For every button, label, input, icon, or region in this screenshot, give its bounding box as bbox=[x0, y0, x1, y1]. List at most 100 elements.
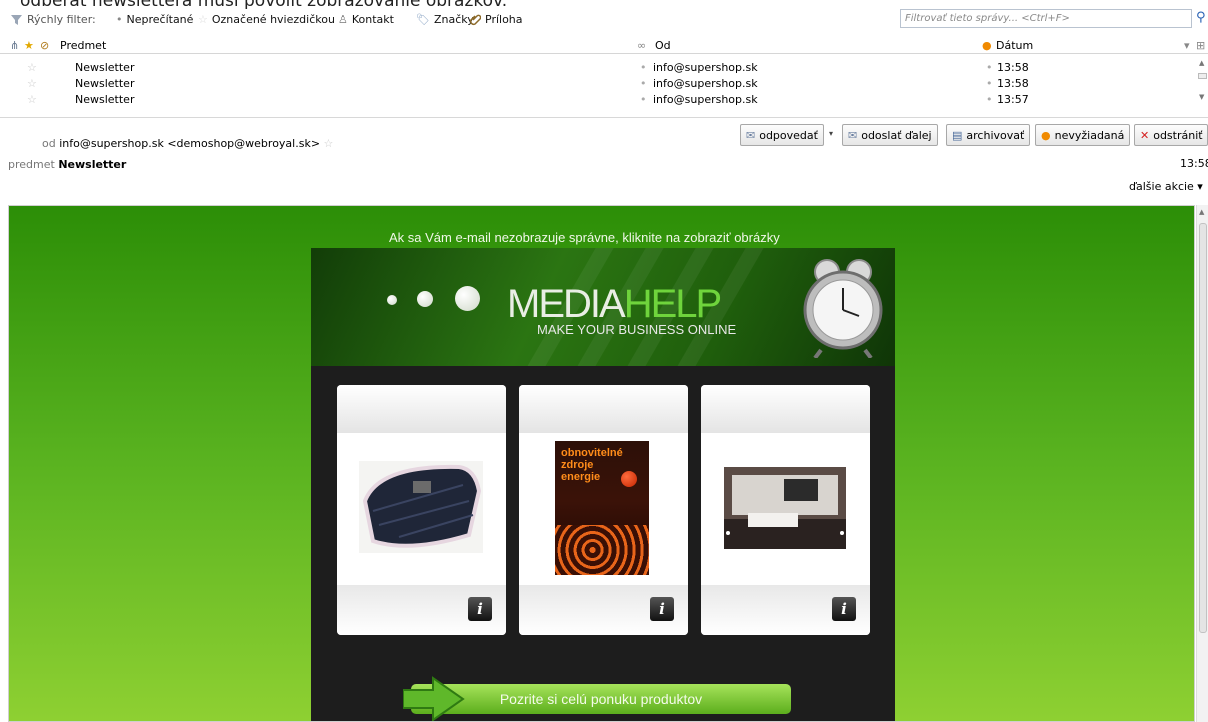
message-list-scrollbar[interactable]: ▲ ▼ bbox=[1197, 55, 1208, 103]
filter-icon bbox=[11, 14, 22, 25]
bullet-icon: • bbox=[640, 61, 647, 74]
archive-icon: ▤ bbox=[952, 128, 963, 142]
column-date[interactable]: Dátum bbox=[996, 39, 1033, 52]
reply-dropdown-icon[interactable]: ▾ bbox=[829, 129, 833, 138]
from-address[interactable]: info@supershop.sk <demoshop@webroyal.sk> bbox=[59, 137, 320, 150]
message-body-scrollbar[interactable]: ▲ bbox=[1196, 205, 1208, 722]
column-from[interactable]: Od bbox=[655, 39, 671, 52]
logo-part-help: HELP bbox=[623, 282, 722, 326]
furniture-image bbox=[724, 467, 846, 549]
subject-value: Newsletter bbox=[58, 158, 127, 171]
book-cover-image: obnovitelné zdroje energie bbox=[555, 441, 649, 575]
star-column-icon[interactable]: ★ bbox=[24, 39, 34, 52]
archive-label: archivovať bbox=[966, 128, 1025, 142]
mediahelp-logo: MEDIAHELP bbox=[507, 282, 722, 327]
filter-tags-label: Značky bbox=[433, 13, 474, 26]
read-column-icon[interactable]: ∞ bbox=[637, 39, 646, 52]
view-all-products-button[interactable]: Pozrite si celú ponuku produktov bbox=[411, 684, 791, 714]
product-card-handbag[interactable]: i bbox=[337, 385, 506, 635]
alarm-clock-icon bbox=[803, 259, 883, 358]
message-from: info@supershop.sk bbox=[653, 77, 758, 90]
forward-icon: ✉ bbox=[848, 128, 858, 142]
green-arrow-icon bbox=[403, 676, 465, 721]
scroll-thumb[interactable] bbox=[1199, 223, 1207, 633]
junk-flame-icon: ● bbox=[1041, 128, 1051, 142]
filter-unread[interactable]: • Neprečítané bbox=[116, 13, 193, 26]
quick-filter-text: Rýchly filter: bbox=[27, 13, 96, 26]
card-top bbox=[519, 385, 688, 433]
bubble-icon bbox=[387, 295, 397, 305]
pane-divider[interactable] bbox=[0, 117, 1208, 118]
logo-tagline: MAKE YOUR BUSINESS ONLINE bbox=[537, 322, 737, 337]
junk-column-icon[interactable]: ● bbox=[982, 39, 992, 52]
forward-label: odoslať ďalej bbox=[861, 128, 932, 142]
scroll-down-icon[interactable]: ▼ bbox=[1199, 93, 1204, 101]
person-icon: ♙ bbox=[338, 13, 348, 26]
thread-column-icon[interactable]: ⋔ bbox=[10, 39, 19, 52]
message-row[interactable]: ☆ Newsletter • info@supershop.sk • 13:57 bbox=[0, 92, 1195, 107]
scroll-thumb[interactable] bbox=[1198, 73, 1207, 79]
filter-attachment[interactable]: Príloha bbox=[470, 13, 523, 26]
apple-icon bbox=[621, 471, 637, 487]
filter-starred[interactable]: ☆ Označené hviezdičkou bbox=[198, 13, 335, 26]
filter-attachment-label: Príloha bbox=[485, 13, 523, 26]
from-label: od bbox=[42, 137, 56, 150]
bullet-icon: • bbox=[986, 77, 993, 90]
junk-label: nevyžiadaná bbox=[1054, 128, 1125, 142]
message-row[interactable]: ☆ Newsletter • info@supershop.sk • 13:58 bbox=[0, 60, 1195, 75]
card-top bbox=[701, 385, 870, 433]
bullet-icon: • bbox=[986, 93, 993, 106]
newsletter-panel: MEDIAHELP MAKE YOUR BUSINESS ONLINE i ob… bbox=[311, 248, 895, 721]
page-caption: odberať newslettera musí povoliť zobrazo… bbox=[20, 0, 508, 11]
column-picker-icon[interactable]: ⊞ bbox=[1196, 39, 1205, 52]
star-icon[interactable]: ☆ bbox=[27, 61, 37, 74]
more-actions-button[interactable]: ďalšie akcie ▾ bbox=[1129, 180, 1203, 193]
paperclip-icon bbox=[470, 14, 481, 25]
info-icon[interactable]: i bbox=[832, 597, 856, 621]
archive-button[interactable]: ▤ archivovať bbox=[946, 124, 1031, 146]
tag-icon: 🏷 bbox=[416, 13, 430, 26]
filter-tags[interactable]: 🏷 Značky bbox=[416, 13, 474, 26]
book-title: obnovitelné zdroje energie bbox=[561, 447, 623, 483]
delete-label: odstrániť bbox=[1153, 128, 1203, 142]
message-time-header: 13:58 bbox=[1180, 157, 1208, 170]
subject-label: predmet bbox=[8, 158, 55, 171]
card-top bbox=[337, 385, 506, 433]
reply-button[interactable]: ✉ odpovedať bbox=[740, 124, 824, 146]
filter-unread-label: Neprečítané bbox=[126, 13, 194, 26]
message-time: 13:57 bbox=[997, 93, 1029, 106]
quick-filter-label[interactable]: Rýchly filter: bbox=[10, 13, 96, 26]
scroll-up-icon[interactable]: ▲ bbox=[1199, 208, 1204, 216]
scroll-up-icon[interactable]: ▲ bbox=[1199, 59, 1204, 67]
delete-button[interactable]: ✕ odstrániť bbox=[1134, 124, 1208, 146]
bullet-icon: • bbox=[986, 61, 993, 74]
search-icon[interactable]: ⚲ bbox=[1196, 10, 1206, 25]
filter-contact[interactable]: ♙ Kontakt bbox=[338, 13, 394, 26]
star-icon[interactable]: ☆ bbox=[27, 93, 37, 106]
star-icon[interactable]: ☆ bbox=[27, 77, 37, 90]
bubble-icon bbox=[417, 291, 433, 307]
info-icon[interactable]: i bbox=[650, 597, 674, 621]
bubble-icon bbox=[455, 286, 480, 311]
message-subject: Newsletter bbox=[75, 61, 135, 74]
junk-button[interactable]: ● nevyžiadaná bbox=[1035, 124, 1131, 146]
bullet-icon: • bbox=[640, 77, 647, 90]
attachment-column-icon[interactable]: ⊘ bbox=[40, 39, 49, 52]
info-icon[interactable]: i bbox=[468, 597, 492, 621]
message-from: info@supershop.sk bbox=[653, 61, 758, 74]
product-card-book[interactable]: obnovitelné zdroje energie i bbox=[519, 385, 688, 635]
product-card-furniture[interactable]: i bbox=[701, 385, 870, 635]
sort-indicator-icon: ▾ bbox=[1184, 39, 1190, 52]
column-subject[interactable]: Predmet bbox=[60, 39, 106, 52]
bullet-icon: • bbox=[640, 93, 647, 106]
star-icon[interactable]: ☆ bbox=[324, 137, 334, 150]
message-from-header: od info@supershop.sk <demoshop@webroyal.… bbox=[42, 137, 333, 150]
message-row[interactable]: ☆ Newsletter • info@supershop.sk • 13:58 bbox=[0, 76, 1195, 91]
forward-button[interactable]: ✉ odoslať ďalej bbox=[842, 124, 938, 146]
message-filter-input[interactable]: Filtrovať tieto správy... <Ctrl+F> bbox=[900, 9, 1192, 28]
message-body: Ak sa Vám e-mail nezobrazuje správne, kl… bbox=[8, 205, 1195, 722]
message-time: 13:58 bbox=[997, 77, 1029, 90]
show-images-notice[interactable]: Ak sa Vám e-mail nezobrazuje správne, kl… bbox=[389, 230, 780, 245]
message-time: 13:58 bbox=[997, 61, 1029, 74]
filter-starred-label: Označené hviezdičkou bbox=[211, 13, 335, 26]
